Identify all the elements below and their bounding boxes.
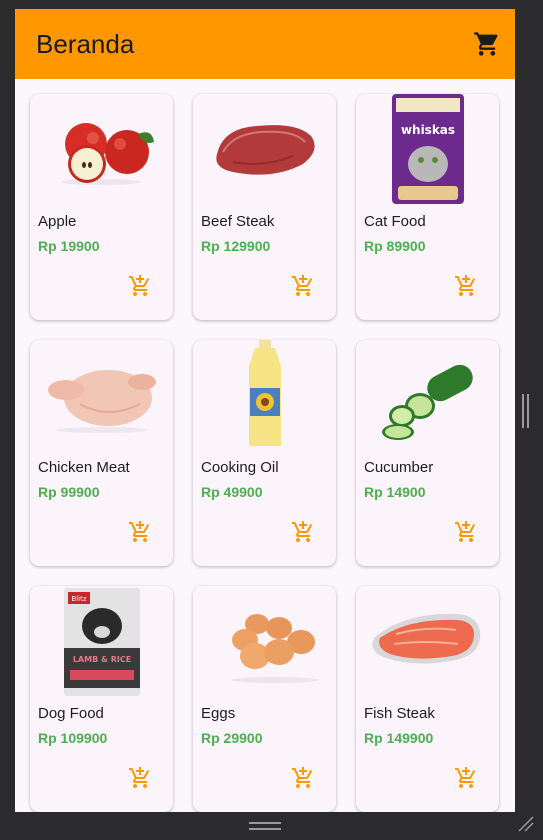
app-bar: Beranda [15, 9, 515, 79]
product-card[interactable]: Fish Steak Rp 149900 [356, 586, 499, 812]
app-screen: Beranda Apple Rp 19900 Beef Steak Rp 129… [15, 9, 515, 812]
cart-button[interactable] [472, 29, 502, 59]
add-to-cart-icon[interactable] [454, 520, 478, 544]
product-card[interactable]: Apple Rp 19900 [30, 94, 173, 320]
product-card[interactable]: Cucumber Rp 14900 [356, 340, 499, 566]
product-price: Rp 49900 [201, 484, 263, 500]
product-price: Rp 19900 [38, 238, 100, 254]
product-name: Cooking Oil [201, 459, 279, 476]
fish-steak-image [372, 613, 481, 664]
product-name: Fish Steak [364, 705, 435, 722]
product-name: Cat Food [364, 213, 426, 230]
product-card[interactable]: Beef Steak Rp 129900 [193, 94, 336, 320]
product-price: Rp 14900 [364, 484, 426, 500]
cat-food-image: whiskas [392, 94, 464, 204]
resize-grip-icon[interactable] [517, 815, 535, 833]
product-name: Dog Food [38, 705, 104, 722]
product-grid: Apple Rp 19900 Beef Steak Rp 129900 whis… [30, 94, 499, 812]
product-name: Cucumber [364, 459, 434, 476]
add-to-cart-icon[interactable] [291, 766, 315, 790]
beef-steak-image [216, 125, 315, 175]
blitz-logo: Blitz [71, 595, 86, 603]
product-card[interactable]: Blitz LAMB & RICE Dog Food Rp 109900 [30, 586, 173, 812]
lamb-rice-label: LAMB & RICE [73, 655, 131, 664]
whiskas-logo: whiskas [401, 123, 455, 137]
dog-food-image: Blitz LAMB & RICE [64, 588, 140, 696]
product-name: Eggs [201, 705, 236, 722]
bottom-drag-handle[interactable] [249, 822, 281, 830]
product-card[interactable]: Eggs Rp 29900 [193, 586, 336, 812]
side-resize-handle[interactable] [522, 394, 532, 428]
add-to-cart-icon[interactable] [128, 766, 152, 790]
cooking-oil-image [249, 340, 281, 446]
add-to-cart-icon[interactable] [454, 274, 478, 298]
product-card[interactable]: Chicken Meat Rp 99900 [30, 340, 173, 566]
product-card[interactable]: Cooking Oil Rp 49900 [193, 340, 336, 566]
product-price: Rp 99900 [38, 484, 100, 500]
page-title: Beranda [36, 28, 135, 59]
add-to-cart-icon[interactable] [128, 274, 152, 298]
product-price: Rp 149900 [364, 730, 434, 746]
eggs-image [231, 614, 319, 683]
chicken-meat-image [48, 370, 156, 433]
product-card[interactable]: whiskas Cat Food Rp 89900 [356, 94, 499, 320]
product-price: Rp 109900 [38, 730, 108, 746]
product-name: Beef Steak [201, 213, 275, 230]
product-price: Rp 29900 [201, 730, 263, 746]
apple-image [61, 123, 154, 185]
add-to-cart-icon[interactable] [291, 274, 315, 298]
product-price: Rp 89900 [364, 238, 426, 254]
product-price: Rp 129900 [201, 238, 271, 254]
add-to-cart-icon[interactable] [291, 520, 315, 544]
cucumber-image [382, 364, 473, 440]
add-to-cart-icon[interactable] [454, 766, 478, 790]
product-name: Chicken Meat [38, 459, 130, 476]
shopping-cart-icon [474, 32, 498, 56]
add-to-cart-icon[interactable] [128, 520, 152, 544]
window-bottom-bar [0, 812, 543, 840]
product-name: Apple [38, 213, 77, 230]
